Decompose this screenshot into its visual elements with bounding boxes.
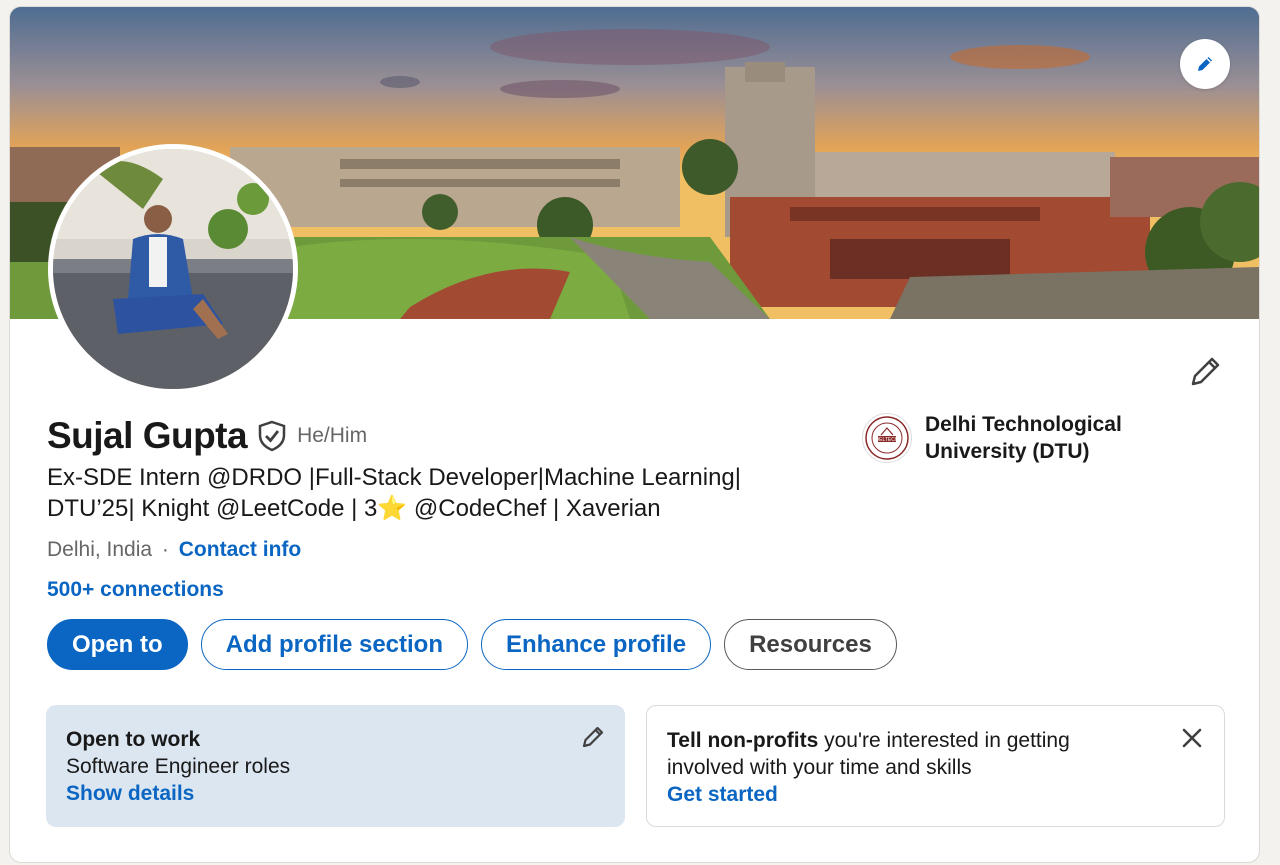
profile-card: Sujal Gupta He/Him Ex-SDE Intern @DRDO |… — [9, 6, 1260, 863]
pencil-icon — [1198, 57, 1212, 71]
profile-headline: Ex-SDE Intern @DRDO |Full-Stack Develope… — [47, 464, 741, 522]
nonprofit-bold: Tell non-profits — [667, 729, 819, 752]
edit-open-to-work-button[interactable] — [579, 723, 607, 751]
pencil-icon — [1191, 357, 1220, 386]
open-to-button[interactable]: Open to — [47, 619, 188, 670]
edit-banner-button[interactable] — [1180, 39, 1230, 89]
university-logo: DELTECH — [862, 413, 912, 463]
avatar-image — [53, 149, 293, 389]
pencil-icon — [582, 726, 604, 748]
pronouns: He/Him — [297, 424, 368, 447]
connections-link[interactable]: 500+ connections — [47, 578, 224, 602]
name-row: Sujal Gupta He/Him — [47, 415, 367, 457]
profile-photo[interactable] — [48, 144, 298, 394]
separator: · — [161, 538, 169, 561]
add-profile-section-button[interactable]: Add profile section — [200, 619, 469, 670]
location-row: Delhi, India · Contact info — [47, 538, 301, 562]
show-details-link[interactable]: Show details — [66, 780, 605, 807]
profile-name: Sujal Gupta — [47, 415, 248, 456]
get-started-link[interactable]: Get started — [667, 781, 1204, 808]
open-to-work-card: Open to work Software Engineer roles Sho… — [46, 705, 625, 827]
enhance-profile-button[interactable]: Enhance profile — [481, 619, 712, 670]
profile-actions: Open to Add profile section Enhance prof… — [47, 619, 897, 670]
shield-check-icon[interactable] — [257, 420, 289, 452]
university-name: Delhi Technological University (DTU) — [925, 413, 1122, 463]
svg-text:DELTECH: DELTECH — [876, 437, 899, 443]
location: Delhi, India — [47, 538, 153, 561]
open-to-work-title: Open to work — [66, 728, 201, 751]
close-icon — [1182, 728, 1202, 748]
resources-button[interactable]: Resources — [724, 619, 897, 670]
edit-intro-button[interactable] — [1180, 347, 1230, 397]
open-to-work-roles: Software Engineer roles — [66, 755, 291, 778]
nonprofit-message: Tell non-profits you're interested in ge… — [667, 727, 1137, 781]
dismiss-button[interactable] — [1178, 724, 1206, 752]
education-link[interactable]: DELTECH Delhi Technological University (… — [862, 411, 1155, 465]
contact-info-link[interactable]: Contact info — [179, 538, 301, 561]
nonprofit-card: Tell non-profits you're interested in ge… — [646, 705, 1225, 827]
